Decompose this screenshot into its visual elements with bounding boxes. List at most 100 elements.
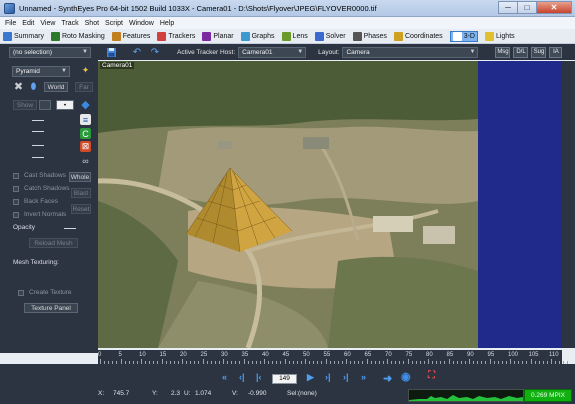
selection-dropdown[interactable]: (no selection) ▼ bbox=[9, 46, 91, 58]
room-tab-label: 3-D bbox=[463, 32, 475, 40]
next-frame-icon[interactable]: ›| bbox=[325, 372, 331, 382]
next-key-icon[interactable]: ›| bbox=[343, 372, 349, 382]
lock-icon[interactable]: ⬮ bbox=[28, 81, 39, 92]
menu-track[interactable]: Track bbox=[61, 20, 78, 27]
create-texture-checkbox[interactable] bbox=[18, 290, 24, 296]
mesh-panel: Pyramid ▼ ✦ ✖ ⬮ World Far Show • ◆ ≡ C ⊠… bbox=[0, 60, 98, 353]
room-tab-trackers[interactable]: Trackers bbox=[157, 31, 196, 41]
close-button[interactable]: ✕ bbox=[536, 1, 572, 14]
main-toolbar: (no selection) ▼ ↶ ↷ Active Tracker Host… bbox=[0, 44, 575, 60]
timeline-tick-label: 45 bbox=[282, 352, 290, 358]
room-tab-coordinates[interactable]: Coordinates bbox=[393, 31, 443, 41]
timeline-tick-label: 10 bbox=[139, 352, 146, 358]
field-dash bbox=[32, 145, 44, 146]
undo-icon[interactable]: ↶ bbox=[131, 46, 143, 58]
far-button[interactable]: Far bbox=[75, 82, 93, 92]
chevron-down-icon: ▼ bbox=[82, 48, 88, 55]
delete-icon[interactable]: ✖ bbox=[13, 81, 24, 93]
room-icon bbox=[352, 31, 362, 41]
menu-help[interactable]: Help bbox=[160, 20, 174, 27]
room-tab-label: Trackers bbox=[168, 32, 196, 40]
fast-forward-to-end-icon[interactable]: » bbox=[361, 372, 366, 382]
mesh-dot-button[interactable]: • bbox=[56, 100, 74, 110]
list-icon[interactable]: ≡ bbox=[80, 114, 91, 125]
viewport-empty-area bbox=[478, 61, 562, 348]
chevron-down-icon: ▼ bbox=[469, 48, 476, 55]
room-tab-features[interactable]: Features bbox=[111, 31, 150, 41]
current-frame-input[interactable]: 149 bbox=[272, 374, 297, 384]
room-tab-graphs[interactable]: Graphs bbox=[240, 31, 275, 41]
save-icon[interactable] bbox=[105, 46, 117, 58]
previous-key-icon[interactable]: ‹| bbox=[239, 372, 245, 382]
room-icon bbox=[314, 31, 324, 41]
play-icon[interactable]: ▶ bbox=[307, 372, 314, 383]
room-tab-roto-masking[interactable]: Roto Masking bbox=[50, 31, 105, 41]
camera-viewport[interactable]: Camera01 bbox=[98, 61, 478, 348]
room-tab-label: Lights bbox=[495, 32, 515, 40]
menu-window[interactable]: Window bbox=[129, 20, 154, 27]
invert-normals-checkbox[interactable] bbox=[13, 212, 19, 218]
opacity-field[interactable] bbox=[64, 228, 76, 229]
room-tab-phases[interactable]: Phases bbox=[352, 31, 387, 41]
timeline-bar[interactable]: 0 5 10 15 20 25 30 35 40 45 50 55 60 65 70 75 80 85 90 95 10… bbox=[98, 350, 569, 364]
back-faces-checkbox[interactable] bbox=[13, 199, 19, 205]
menu-script[interactable]: Script bbox=[105, 20, 123, 27]
sug-button[interactable]: Sug bbox=[531, 46, 547, 58]
zoom-icon[interactable]: ◉ bbox=[401, 370, 411, 383]
color-swatch[interactable] bbox=[39, 100, 51, 110]
timeline-tick-label: 60 bbox=[344, 352, 351, 358]
menu-view[interactable]: View bbox=[40, 20, 55, 27]
minimize-button[interactable]: ─ bbox=[498, 1, 518, 14]
timeline-tick-label: 90 bbox=[467, 352, 474, 358]
previous-frame-icon[interactable]: |‹ bbox=[256, 372, 262, 382]
sel-label: Sel: bbox=[287, 390, 299, 397]
u-label: U: bbox=[184, 390, 191, 397]
room-icon bbox=[202, 31, 212, 41]
room-icon bbox=[3, 31, 12, 41]
reload-mesh-button[interactable]: Reload Mesh bbox=[29, 238, 78, 248]
show-button[interactable]: Show bbox=[13, 100, 37, 110]
go-to-arrow-icon[interactable]: ➜ bbox=[383, 372, 392, 385]
timeline-tick-label: 65 bbox=[364, 352, 372, 358]
room-icon bbox=[157, 31, 167, 41]
room-tab-3-d[interactable]: 3-D bbox=[449, 30, 478, 42]
ia-button[interactable]: IA bbox=[549, 46, 563, 58]
room-tab-lights[interactable]: Lights bbox=[484, 31, 515, 41]
menu-edit[interactable]: Edit bbox=[22, 20, 34, 27]
blast-button[interactable]: Blast bbox=[71, 188, 91, 198]
room-tab-summary[interactable]: Summary bbox=[3, 31, 44, 41]
redo-icon[interactable]: ↷ bbox=[149, 46, 161, 58]
constraint-icon[interactable]: ⊠ bbox=[80, 141, 91, 152]
menu-file[interactable]: File bbox=[5, 20, 16, 27]
x-label: X: bbox=[98, 390, 105, 397]
texture-panel-button[interactable]: Texture Panel bbox=[24, 303, 78, 313]
timeline-tick-label: 95 bbox=[487, 352, 495, 358]
maximize-button[interactable]: □ bbox=[517, 1, 537, 14]
room-tab-planar[interactable]: Planar bbox=[202, 31, 234, 41]
world-button[interactable]: World bbox=[44, 82, 68, 92]
room-tab-label: Graphs bbox=[251, 32, 275, 40]
timeline-tick-label: 100 bbox=[508, 352, 519, 358]
diamond-icon[interactable]: ◆ bbox=[80, 99, 91, 111]
layout-label: Layout: bbox=[318, 48, 340, 56]
msg-button[interactable]: Msg bbox=[495, 46, 511, 58]
y-label: Y: bbox=[152, 390, 158, 397]
dl-button[interactable]: D/L bbox=[513, 46, 529, 58]
link-icon[interactable]: ∞ bbox=[80, 155, 91, 166]
color-c-icon[interactable]: C bbox=[80, 128, 91, 139]
whole-button[interactable]: Whole bbox=[69, 172, 91, 182]
active-tracker-host-label: Active Tracker Host: bbox=[177, 48, 236, 56]
object-type-dropdown[interactable]: Pyramid ▼ bbox=[12, 66, 70, 77]
rewind-to-start-icon[interactable]: « bbox=[222, 372, 227, 382]
magic-wand-icon[interactable]: ✦ bbox=[80, 65, 91, 76]
active-tracker-host-dropdown[interactable]: Camera01 ▼ bbox=[238, 46, 307, 58]
room-tab-lens[interactable]: Lens bbox=[281, 31, 308, 41]
menu-shot[interactable]: Shot bbox=[85, 20, 99, 27]
fit-view-icon[interactable]: ⛶ bbox=[428, 370, 435, 381]
layout-dropdown[interactable]: Camera ▼ bbox=[342, 46, 479, 58]
reset-button[interactable]: Reset bbox=[71, 204, 91, 214]
room-tab-solver[interactable]: Solver bbox=[314, 31, 346, 41]
cast-shadows-checkbox[interactable] bbox=[13, 173, 19, 179]
catch-shadows-checkbox[interactable] bbox=[13, 186, 19, 192]
timeline-tick-label: 50 bbox=[303, 352, 310, 358]
